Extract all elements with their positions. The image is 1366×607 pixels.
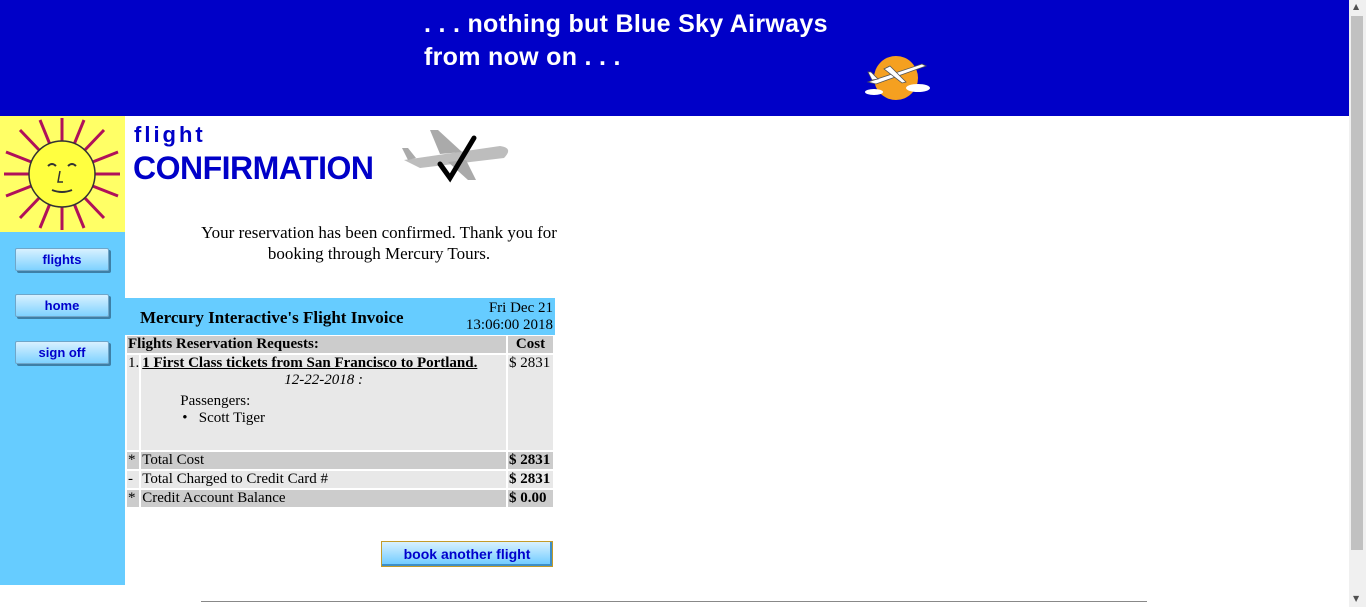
row-mark: -	[127, 471, 140, 488]
flights-nav-button[interactable]: flights	[15, 248, 109, 271]
confirmation-message: Your reservation has been confirmed. Tha…	[201, 223, 557, 263]
scroll-down-icon[interactable]: ▼	[1353, 594, 1359, 603]
airplane-sun-logo-icon	[865, 56, 930, 100]
banner-line1: . . . nothing but Blue Sky Airways	[424, 10, 828, 38]
invoice-table: Flights Reservation Requests: Cost 1. 1 …	[125, 334, 555, 509]
invoice-table-header: Flights Reservation Requests: Cost	[127, 336, 553, 353]
banner-slogan: . . . nothing but Blue Sky Airways from …	[424, 8, 828, 74]
banner-line2: from now on . . .	[424, 43, 621, 71]
invoice-header: Mercury Interactive's Flight Invoice Fri…	[125, 298, 555, 335]
scroll-up-icon[interactable]: ▲	[1353, 2, 1359, 11]
table-row: 1. 1 First Class tickets from San Franci…	[127, 355, 553, 450]
scrollbar-thumb[interactable]	[1351, 16, 1363, 550]
passengers-label: Passengers:	[180, 393, 251, 409]
page-title-small: flight	[134, 122, 206, 147]
table-row: * Credit Account Balance $ 0.00	[127, 490, 553, 507]
vertical-scrollbar[interactable]: ▲ ▼	[1349, 0, 1366, 607]
home-nav-button[interactable]: home	[15, 294, 109, 317]
book-another-flight-button[interactable]: book another flight	[381, 541, 553, 567]
row-mark: *	[127, 452, 140, 469]
item-date: 12-22-2018 :	[284, 372, 363, 388]
passenger-name: Scott Tiger	[198, 410, 266, 426]
invoice-date-day: Fri Dec 21	[488, 300, 553, 316]
table-row: - Total Charged to Credit Card # $ 2831	[127, 471, 553, 488]
total-cost-label: Total Cost	[141, 452, 506, 469]
invoice-date: Fri Dec 21 13:06:00 2018	[466, 300, 553, 334]
row-mark: *	[127, 490, 140, 507]
credit-balance-label: Credit Account Balance	[141, 490, 506, 507]
cost-column-header: Cost	[508, 336, 553, 353]
divider	[201, 601, 1147, 602]
flight-invoice: Mercury Interactive's Flight Invoice Fri…	[125, 298, 555, 509]
credit-balance-value: $ 0.00	[508, 490, 553, 507]
item-cost: $ 2831	[508, 355, 553, 450]
plane-checkmark-icon	[402, 130, 509, 183]
sign-off-nav-button[interactable]: sign off	[15, 341, 109, 364]
table-row: * Total Cost $ 2831	[127, 452, 553, 469]
passenger-list-item: • Scott Tiger	[182, 410, 266, 426]
item-description: 1 First Class tickets from San Francisco…	[142, 355, 478, 371]
invoice-title: Mercury Interactive's Flight Invoice	[140, 308, 404, 327]
top-banner: . . . nothing but Blue Sky Airways from …	[0, 0, 1349, 116]
invoice-date-time: 13:06:00 2018	[465, 317, 553, 333]
total-charged-value: $ 2831	[508, 471, 553, 488]
page-title: CONFIRMATION	[133, 150, 374, 186]
requests-column-header: Flights Reservation Requests:	[127, 336, 506, 353]
item-details: 1 First Class tickets from San Francisco…	[141, 355, 506, 450]
total-cost-value: $ 2831	[508, 452, 553, 469]
item-number: 1.	[127, 355, 140, 450]
sun-face-icon	[0, 116, 125, 232]
total-charged-label: Total Charged to Credit Card #	[141, 471, 506, 488]
